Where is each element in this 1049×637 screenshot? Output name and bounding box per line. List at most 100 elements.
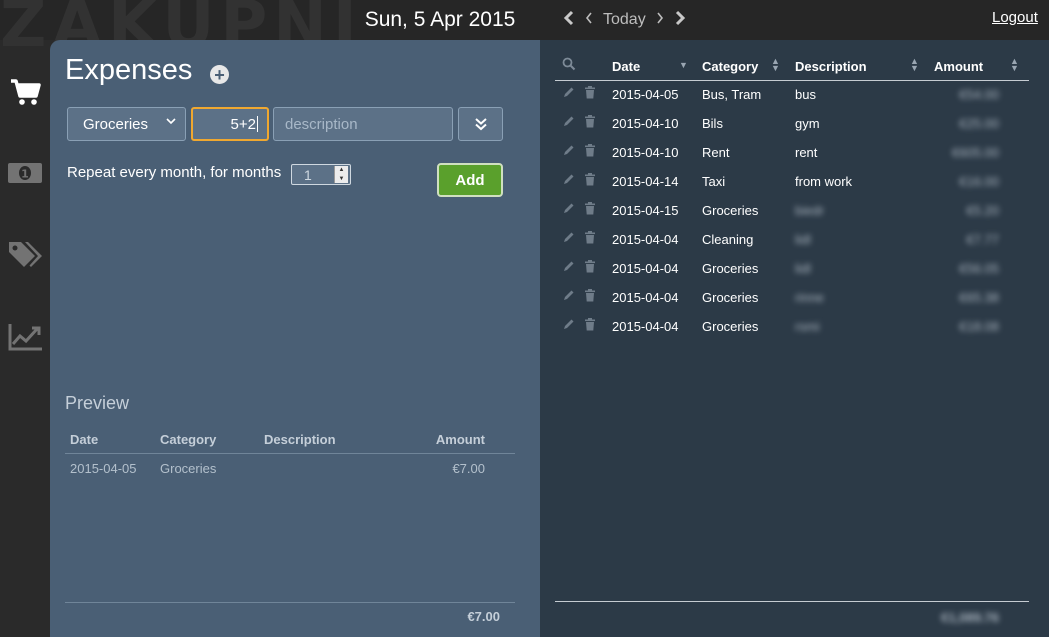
row-amount: €56.05 <box>959 261 999 276</box>
row-category: Rent <box>702 145 730 160</box>
tags-icon[interactable] <box>6 237 44 273</box>
sort-both-icon[interactable]: ▲ ▼ <box>910 57 919 73</box>
sort-both-icon[interactable]: ▲ ▼ <box>1010 57 1019 73</box>
row-actions <box>562 260 596 276</box>
row-date: 2015-04-04 <box>612 232 679 247</box>
months-value: 1 <box>304 167 312 183</box>
trash-icon[interactable] <box>584 260 596 276</box>
trash-icon[interactable] <box>584 86 596 102</box>
preview-col-date: Date <box>70 432 99 447</box>
spinner-down-icon[interactable]: ▼ <box>339 176 345 182</box>
trash-icon[interactable] <box>584 318 596 334</box>
expenses-list-panel: Date ▼ Category ▲ ▼ Description ▲ ▼ Amount… <box>540 40 1049 637</box>
preview-header: Date Category Description Amount <box>65 424 515 454</box>
row-category: Groceries <box>702 290 759 305</box>
preview-footer: €7.00 <box>65 602 515 637</box>
edit-icon[interactable] <box>562 115 575 131</box>
table-row: 2015-04-05 Bus, Tram bus €54.00 <box>555 81 1029 110</box>
next-month-icon[interactable] <box>674 10 686 31</box>
spinner-up-icon[interactable]: ▲ <box>339 167 345 173</box>
sidebar: 1 <box>0 40 50 637</box>
preview-row: 2015-04-05 Groceries €7.00 <box>65 454 515 484</box>
page-title: Expenses <box>65 54 193 86</box>
add-circle-icon[interactable]: + <box>210 65 229 84</box>
preview-col-category: Category <box>160 432 217 447</box>
svg-text:1: 1 <box>21 168 29 181</box>
row-description: lidl <box>795 232 811 247</box>
col-amount[interactable]: Amount <box>934 59 983 74</box>
expand-options-button[interactable] <box>458 107 503 141</box>
row-description: bus <box>795 87 816 102</box>
row-amount: €18.08 <box>959 319 999 334</box>
edit-icon[interactable] <box>562 289 575 305</box>
row-date: 2015-04-04 <box>612 290 679 305</box>
repeat-label: Repeat every month, for months <box>67 164 282 181</box>
months-spinner[interactable]: 1 ▲ ▼ <box>291 164 351 185</box>
sort-desc-icon[interactable]: ▼ <box>679 61 688 70</box>
row-actions <box>562 318 596 334</box>
category-select-value: Groceries <box>83 116 149 133</box>
preview-category: Groceries <box>160 461 217 476</box>
chevron-down-icon <box>165 115 177 130</box>
col-category[interactable]: Category <box>702 59 758 74</box>
table-row: 2015-04-04 Groceries rsmi €18.08 <box>555 313 1029 342</box>
row-actions <box>562 289 596 305</box>
edit-icon[interactable] <box>562 231 575 247</box>
row-actions <box>562 115 596 131</box>
amount-input[interactable]: 5+2 <box>191 107 269 141</box>
trash-icon[interactable] <box>584 289 596 305</box>
col-description[interactable]: Description <box>795 59 867 74</box>
trash-icon[interactable] <box>584 202 596 218</box>
spinner-arrows[interactable]: ▲ ▼ <box>334 166 348 183</box>
col-date[interactable]: Date <box>612 59 640 74</box>
row-date: 2015-04-10 <box>612 116 679 131</box>
preview-table: Date Category Description Amount 2015-04… <box>65 424 515 484</box>
trash-icon[interactable] <box>584 115 596 131</box>
row-actions <box>562 202 596 218</box>
trash-icon[interactable] <box>584 144 596 160</box>
row-category: Groceries <box>702 261 759 276</box>
description-input[interactable]: description <box>273 107 453 141</box>
table-row: 2015-04-04 Groceries lidl €56.05 <box>555 255 1029 284</box>
edit-icon[interactable] <box>562 202 575 218</box>
trash-icon[interactable] <box>584 231 596 247</box>
row-category: Groceries <box>702 319 759 334</box>
row-amount: €54.00 <box>959 87 999 102</box>
row-amount: €16.00 <box>959 174 999 189</box>
prev-day-icon[interactable] <box>584 11 594 30</box>
trash-icon[interactable] <box>584 173 596 189</box>
row-description: rent <box>795 145 818 160</box>
money-icon[interactable]: 1 <box>6 155 44 191</box>
cart-icon[interactable] <box>6 74 44 110</box>
sort-both-icon[interactable]: ▲ ▼ <box>771 57 780 73</box>
edit-icon[interactable] <box>562 173 575 189</box>
current-date: Sun, 5 Apr 2015 <box>364 8 516 31</box>
today-button[interactable]: Today <box>603 11 646 29</box>
row-description: rsmi <box>795 319 820 334</box>
preview-col-description: Description <box>264 432 336 447</box>
row-description: from work <box>795 174 853 189</box>
preview-total: €7.00 <box>467 609 500 624</box>
edit-icon[interactable] <box>562 318 575 334</box>
add-button[interactable]: Add <box>437 163 503 197</box>
row-description: gym <box>795 116 820 131</box>
row-actions <box>562 231 596 247</box>
table-row: 2015-04-04 Cleaning lidl €7.77 <box>555 226 1029 255</box>
logout-link[interactable]: Logout <box>992 9 1038 26</box>
next-day-icon[interactable] <box>655 11 665 30</box>
double-chevron-down-icon <box>474 118 487 131</box>
row-actions <box>562 86 596 102</box>
preview-title: Preview <box>65 393 130 413</box>
search-icon[interactable] <box>562 57 576 71</box>
expenses-rows: 2015-04-05 Bus, Tram bus €54.00 2015-04-10 Bi… <box>555 81 1029 342</box>
row-actions <box>562 173 596 189</box>
category-select[interactable]: Groceries <box>67 107 186 141</box>
prev-month-icon[interactable] <box>563 10 575 31</box>
preview-date: 2015-04-05 <box>70 461 137 476</box>
edit-icon[interactable] <box>562 260 575 276</box>
edit-icon[interactable] <box>562 86 575 102</box>
row-date: 2015-04-05 <box>612 87 679 102</box>
chart-icon[interactable] <box>6 319 44 355</box>
expenses-table: Date ▼ Category ▲ ▼ Description ▲ ▼ Amount… <box>555 53 1029 342</box>
edit-icon[interactable] <box>562 144 575 160</box>
